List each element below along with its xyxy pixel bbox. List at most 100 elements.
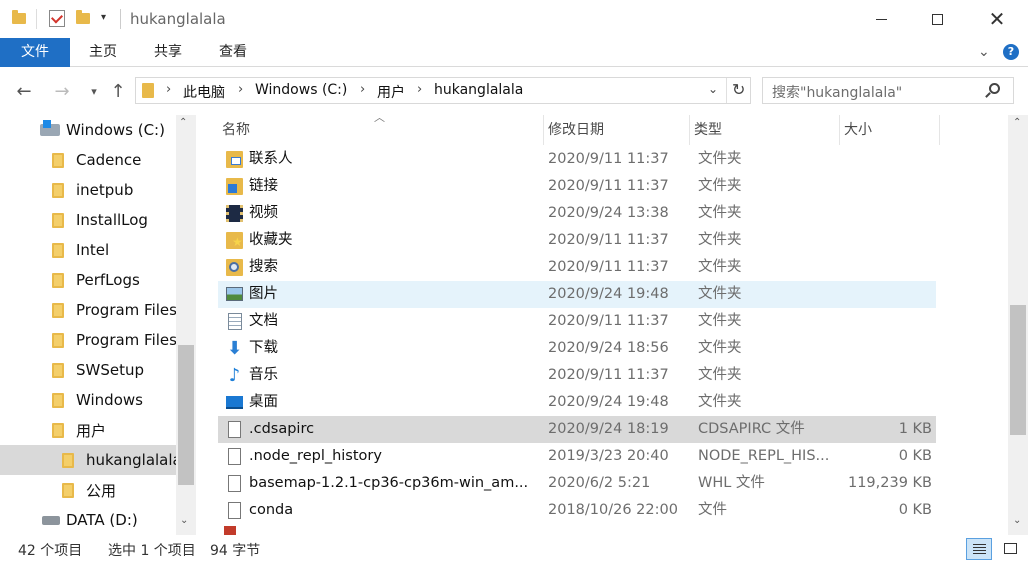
up-button[interactable]: ↑ xyxy=(106,79,130,103)
address-dropdown-icon[interactable]: ⌄ xyxy=(708,82,718,96)
tree-item-users[interactable]: 用户 xyxy=(0,415,176,445)
chevron-right-icon[interactable]: › xyxy=(360,82,365,97)
file-date: 2020/6/2 5:21 xyxy=(548,475,651,491)
file-date: 2020/9/24 18:56 xyxy=(548,340,669,356)
file-row-hover[interactable]: 图片 2020/9/24 19:48 文件夹 xyxy=(218,281,936,308)
scroll-up-icon[interactable]: ⌃ xyxy=(1013,117,1021,128)
file-date: 2020/9/11 11:37 xyxy=(548,232,669,248)
folder-icon xyxy=(12,10,26,24)
minimize-button[interactable] xyxy=(858,0,904,38)
breadcrumb-this-pc[interactable]: 此电脑 xyxy=(183,82,225,102)
tree-item-perflogs[interactable]: PerfLogs xyxy=(0,265,176,295)
column-header-type[interactable]: 类型 xyxy=(690,115,840,145)
chevron-right-icon[interactable]: › xyxy=(166,82,171,97)
tree-item-windows[interactable]: Windows xyxy=(0,385,176,415)
window-title: hukanglalala xyxy=(130,10,226,28)
file-row[interactable]: 文档 2020/9/11 11:37 文件夹 xyxy=(218,308,936,335)
recent-locations-button[interactable]: ▾ xyxy=(82,79,106,103)
tab-share[interactable]: 共享 xyxy=(136,38,200,67)
tree-item-swsetup[interactable]: SWSetup xyxy=(0,355,176,385)
file-row[interactable]: 联系人 2020/9/11 11:37 文件夹 xyxy=(218,146,936,173)
scrollbar-thumb[interactable] xyxy=(1010,305,1026,435)
file-icon xyxy=(228,475,241,492)
file-date: 2020/9/11 11:37 xyxy=(548,313,669,329)
tab-file[interactable]: 文件 xyxy=(0,38,70,67)
file-size xyxy=(838,146,932,173)
customize-toolbar-icon[interactable]: ▾ xyxy=(101,12,106,23)
details-view-button[interactable] xyxy=(966,538,992,560)
file-name: 链接 xyxy=(249,178,278,194)
forward-button[interactable]: → xyxy=(50,79,74,103)
file-name: 联系人 xyxy=(249,151,293,167)
file-type: 文件 xyxy=(698,502,727,518)
new-folder-icon[interactable] xyxy=(76,10,90,24)
breadcrumb-user-folder[interactable]: hukanglalala xyxy=(434,82,523,98)
chevron-right-icon[interactable]: › xyxy=(238,82,243,97)
address-bar[interactable]: › 此电脑 › Windows (C:) › 用户 › hukanglalala… xyxy=(135,77,751,104)
file-row[interactable]: 搜索 2020/9/11 11:37 文件夹 xyxy=(218,254,936,281)
file-row[interactable]: 桌面 2020/9/24 19:48 文件夹 xyxy=(218,389,936,416)
large-icons-view-button[interactable] xyxy=(998,538,1022,560)
help-icon[interactable]: ? xyxy=(1003,44,1019,60)
file-row[interactable]: 视频 2020/9/24 13:38 文件夹 xyxy=(218,200,936,227)
folder-icon xyxy=(52,242,64,258)
tree-item-installlog[interactable]: InstallLog xyxy=(0,205,176,235)
column-header-size[interactable]: 大小 xyxy=(840,115,940,145)
tree-item-program-files-x86[interactable]: Program Files xyxy=(0,325,176,355)
selection-count: 选中 1 个项目 xyxy=(108,543,196,559)
file-name: .cdsapirc xyxy=(249,421,315,437)
scroll-down-icon[interactable]: ⌄ xyxy=(180,515,188,526)
file-row[interactable]: basemap-1.2.1-cp36-cp36m-win_am... 2020/… xyxy=(218,470,936,497)
search-icon[interactable] xyxy=(985,83,1000,98)
column-header-name[interactable]: 名称 xyxy=(218,115,544,145)
folder-icon xyxy=(52,422,64,438)
scroll-up-icon[interactable]: ⌃ xyxy=(179,117,187,128)
file-row[interactable]: 链接 2020/9/11 11:37 文件夹 xyxy=(218,173,936,200)
refresh-icon[interactable]: ↻ xyxy=(732,80,745,99)
folder-icon xyxy=(52,332,64,348)
file-row[interactable]: .node_repl_history 2019/3/23 20:40 NODE_… xyxy=(218,443,936,470)
tree-item-public[interactable]: 公用 xyxy=(0,475,176,505)
file-type: 文件夹 xyxy=(698,259,742,275)
tree-item-intel[interactable]: Intel xyxy=(0,235,176,265)
scroll-down-icon[interactable]: ⌄ xyxy=(1013,515,1021,526)
chevron-right-icon[interactable]: › xyxy=(417,82,422,97)
file-date: 2020/9/24 13:38 xyxy=(548,205,669,221)
tree-item-drive-c[interactable]: Windows (C:) xyxy=(0,115,176,145)
tree-item-label: Windows xyxy=(76,391,143,409)
file-type: 文件夹 xyxy=(698,394,742,410)
file-name: 下载 xyxy=(249,340,278,356)
tree-item-program-files[interactable]: Program Files xyxy=(0,295,176,325)
file-row[interactable]: conda 2018/10/26 22:00 文件 0 KB xyxy=(218,497,936,524)
file-name: conda xyxy=(249,502,294,518)
file-icon xyxy=(228,448,241,465)
scrollbar-thumb[interactable] xyxy=(178,345,194,485)
file-row[interactable]: ★ 收藏夹 2020/9/11 11:37 文件夹 xyxy=(218,227,936,254)
tree-item-label: inetpub xyxy=(76,181,134,199)
file-row[interactable]: ♪ 音乐 2020/9/11 11:37 文件夹 xyxy=(218,362,936,389)
file-row-selected[interactable]: .cdsapirc 2020/9/24 18:19 CDSAPIRC 文件 1 … xyxy=(218,416,936,443)
maximize-button[interactable] xyxy=(914,0,960,38)
breadcrumb-drive-c[interactable]: Windows (C:) xyxy=(255,82,347,98)
tab-home[interactable]: 主页 xyxy=(70,38,136,67)
file-date: 2020/9/24 19:48 xyxy=(548,286,669,302)
breadcrumb-users[interactable]: 用户 xyxy=(377,82,405,102)
back-button[interactable]: ← xyxy=(12,79,36,103)
properties-icon[interactable] xyxy=(49,10,65,27)
file-row[interactable]: ⬇ 下载 2020/9/24 18:56 文件夹 xyxy=(218,335,936,362)
expand-ribbon-icon[interactable]: ⌄ xyxy=(978,44,990,60)
tree-item-hukanglalala[interactable]: hukanglalala xyxy=(0,445,176,475)
search-input[interactable]: 搜索"hukanglalala" xyxy=(762,77,1014,104)
close-button[interactable]: ✕ xyxy=(974,0,1020,38)
column-header-date[interactable]: 修改日期 xyxy=(544,115,690,145)
file-date: 2018/10/26 22:00 xyxy=(548,502,678,518)
tree-item-inetpub[interactable]: inetpub xyxy=(0,175,176,205)
tree-item-label: Cadence xyxy=(76,151,142,169)
tab-view[interactable]: 查看 xyxy=(200,38,266,67)
tree-item-cadence[interactable]: Cadence xyxy=(0,145,176,175)
drive-icon xyxy=(42,515,60,525)
file-list-scrollbar[interactable]: ⌃ ⌄ xyxy=(1008,115,1028,535)
links-icon xyxy=(226,178,243,195)
navigation-scrollbar[interactable]: ⌃ ⌄ xyxy=(176,115,196,535)
tree-item-drive-d[interactable]: DATA (D:) xyxy=(0,505,176,535)
